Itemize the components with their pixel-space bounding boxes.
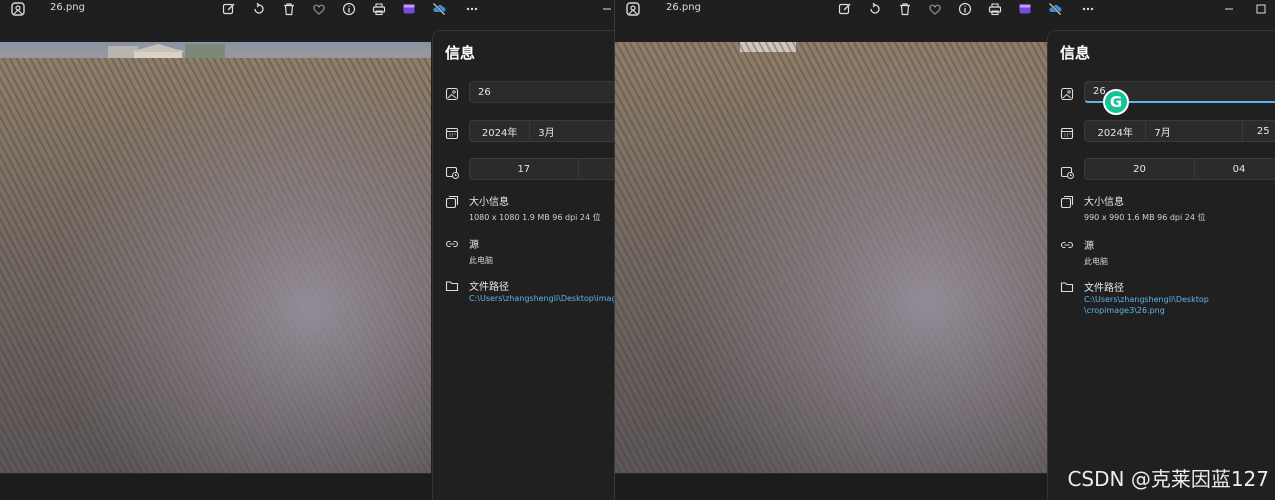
- onedrive-offline-icon[interactable]: [429, 0, 449, 18]
- name-field[interactable]: [469, 81, 614, 103]
- photos-window-left: 26.png 信息 2024年: [0, 0, 614, 500]
- date-month[interactable]: 3月: [530, 121, 614, 141]
- source-value: 此电脑: [469, 256, 493, 265]
- time-picker[interactable]: 17: [469, 158, 614, 180]
- source-title: 源: [1084, 241, 1094, 252]
- folder-icon: [445, 278, 459, 292]
- image-icon: [1060, 86, 1074, 101]
- time-picker[interactable]: 20 04: [1084, 158, 1275, 180]
- info-icon[interactable]: [339, 0, 359, 18]
- more-icon[interactable]: [1078, 0, 1098, 18]
- photos-app-icon: [625, 1, 641, 17]
- edit-icon[interactable]: [835, 0, 855, 18]
- photo-view[interactable]: [615, 42, 1048, 473]
- maximize-icon[interactable]: [1251, 0, 1271, 18]
- photos-window-right: 26.png 信息 G 2024年 7月 25: [615, 0, 1275, 500]
- delete-icon[interactable]: [279, 0, 299, 18]
- link-icon: [1060, 237, 1074, 251]
- onedrive-offline-icon[interactable]: [1045, 0, 1065, 18]
- edit-icon[interactable]: [219, 0, 239, 18]
- time-hour[interactable]: 20: [1085, 159, 1195, 179]
- calendar-icon: [445, 125, 459, 140]
- date-year[interactable]: 2024年: [470, 121, 531, 141]
- time-minute[interactable]: 04: [1195, 159, 1275, 179]
- print-icon[interactable]: [985, 0, 1005, 18]
- clock-icon: [1060, 164, 1074, 179]
- date-year[interactable]: 2024年: [1085, 121, 1147, 141]
- size-title: 大小信息: [469, 197, 509, 208]
- field-photo: [0, 42, 431, 473]
- path-title: 文件路径: [469, 282, 509, 293]
- file-path-line-1: C:\Users\zhangshengli\Desktop: [1084, 295, 1209, 304]
- size-icon: [1060, 194, 1074, 209]
- file-name-tab[interactable]: 26.png: [666, 2, 701, 13]
- clipchamp-icon[interactable]: [399, 0, 419, 18]
- time-hour[interactable]: 17: [470, 159, 579, 179]
- print-icon[interactable]: [369, 0, 389, 18]
- photo-view[interactable]: [0, 42, 431, 473]
- date-picker[interactable]: 2024年 3月: [469, 120, 614, 142]
- name-input[interactable]: [470, 86, 614, 98]
- photos-app-icon: [10, 1, 26, 17]
- more-icon[interactable]: [462, 0, 482, 18]
- source-value: 此电脑: [1084, 257, 1108, 266]
- rotate-icon[interactable]: [249, 0, 269, 18]
- favorite-heart-icon[interactable]: [309, 0, 329, 18]
- delete-icon[interactable]: [895, 0, 915, 18]
- size-details: 1080 x 1080 1.9 MB 96 dpi 24 位: [469, 213, 601, 222]
- panel-title: 信息: [445, 44, 476, 62]
- file-path-link[interactable]: C:\Users\zhangshengli\Desktop \cropimage…: [1084, 294, 1209, 316]
- minimize-icon[interactable]: [1219, 0, 1239, 18]
- date-month[interactable]: 7月: [1146, 121, 1244, 141]
- size-title: 大小信息: [1084, 197, 1124, 208]
- time-minute[interactable]: [579, 159, 614, 179]
- csdn-watermark: CSDN @克莱因蓝127: [1067, 467, 1269, 491]
- favorite-heart-icon[interactable]: [925, 0, 945, 18]
- image-icon: [445, 86, 459, 101]
- grammarly-icon[interactable]: G: [1103, 89, 1129, 115]
- info-icon[interactable]: [955, 0, 975, 18]
- info-panel: 信息 G 2024年 7月 25 20 04 大小信息 990 x 990 1.…: [1047, 30, 1275, 500]
- minimize-icon[interactable]: [600, 0, 614, 18]
- file-path-link[interactable]: C:\Users\zhangshengli\Desktop\imag: [469, 293, 614, 304]
- date-day[interactable]: 25: [1243, 121, 1275, 141]
- file-path-line-2: \cropimage3\26.png: [1084, 306, 1165, 315]
- link-icon: [445, 236, 459, 250]
- clipchamp-icon[interactable]: [1015, 0, 1035, 18]
- info-panel: 信息 2024年 3月 17 大小信息 1080 x 1080 1.9 MB 9…: [432, 30, 614, 500]
- panel-title: 信息: [1060, 44, 1091, 62]
- clock-icon: [445, 164, 459, 179]
- date-picker[interactable]: 2024年 7月 25: [1084, 120, 1275, 142]
- field-photo: [615, 42, 1048, 473]
- folder-icon: [1060, 279, 1074, 293]
- rotate-icon[interactable]: [865, 0, 885, 18]
- file-name-tab[interactable]: 26.png: [50, 2, 85, 13]
- source-title: 源: [469, 240, 479, 251]
- calendar-icon: [1060, 125, 1074, 140]
- path-title: 文件路径: [1084, 283, 1124, 294]
- size-details: 990 x 990 1.6 MB 96 dpi 24 位: [1084, 213, 1206, 222]
- size-icon: [445, 194, 459, 209]
